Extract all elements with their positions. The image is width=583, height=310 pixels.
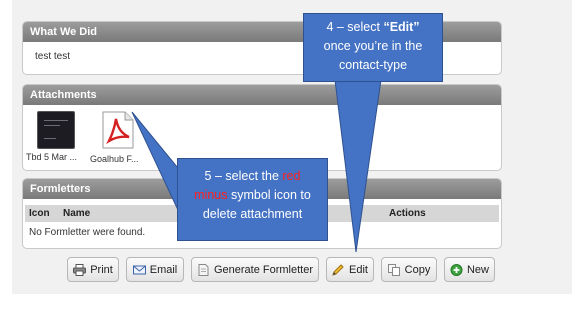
edit-callout-line-2: once you’re in the	[323, 39, 423, 53]
edit-callout-line-1: 4 – select “Edit”	[326, 20, 420, 34]
edit-callout-pointer	[334, 79, 382, 253]
delete-callout-line-2: minus symbol icon to	[194, 188, 311, 202]
edit-instruction-callout: 4 – select “Edit” once you’re in the con…	[303, 13, 443, 82]
delete-callout-line-1: 5 – select the red	[204, 169, 301, 183]
callout-pointers	[131, 79, 382, 253]
delete-attachment-callout: 5 – select the red minus symbol icon to …	[177, 158, 328, 241]
delete-callout-pointer	[131, 111, 179, 211]
edit-callout-line-3: contact-type	[338, 58, 408, 72]
delete-callout-line-3: delete attachment	[202, 207, 303, 221]
